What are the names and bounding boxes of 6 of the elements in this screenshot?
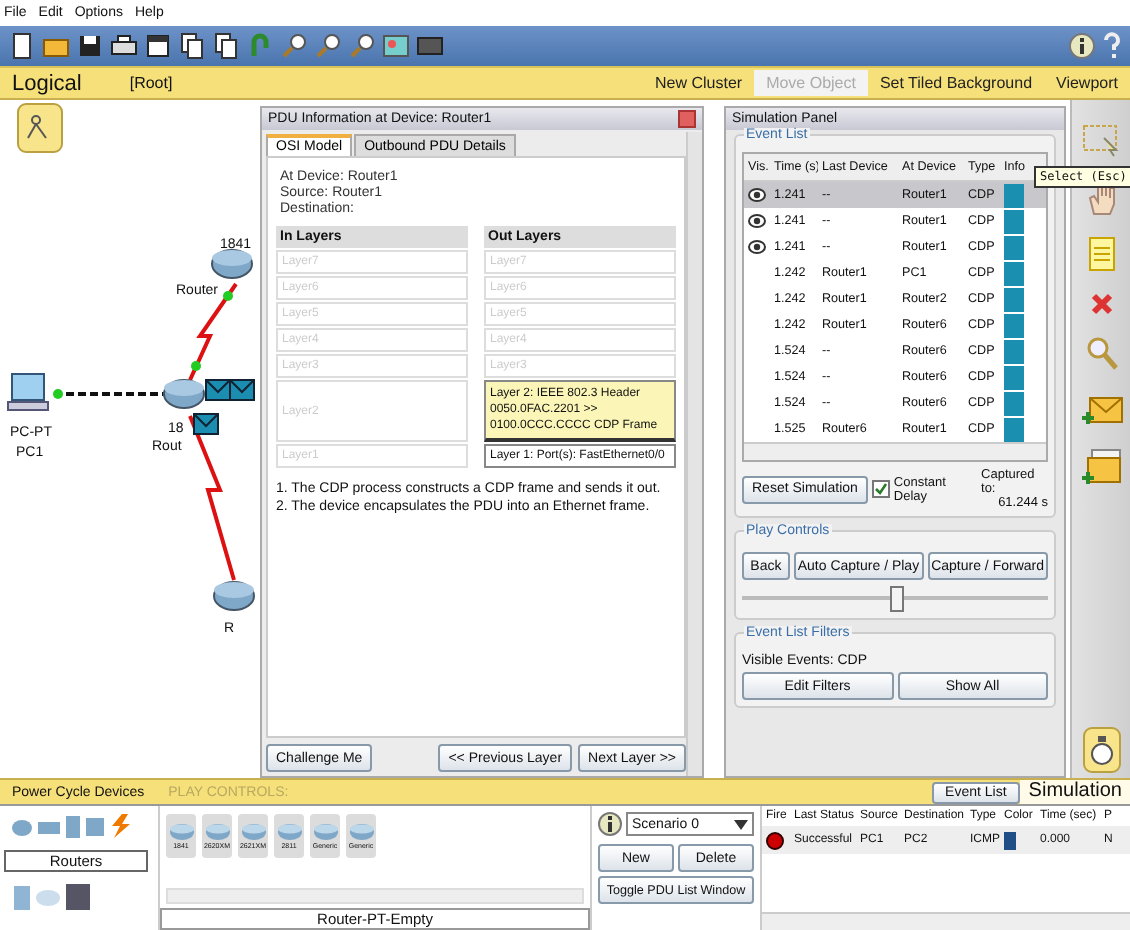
simulation-mode-tab[interactable]: Simulation: [1020, 780, 1130, 804]
logical-view-label[interactable]: Logical: [0, 71, 94, 95]
workspace-button[interactable]: Set Tiled Background: [867, 70, 1045, 96]
workspace-button[interactable]: New Cluster: [642, 70, 755, 96]
root-path-label: [Root]: [129, 74, 173, 92]
workspace-button[interactable]: Viewport: [1044, 70, 1130, 96]
